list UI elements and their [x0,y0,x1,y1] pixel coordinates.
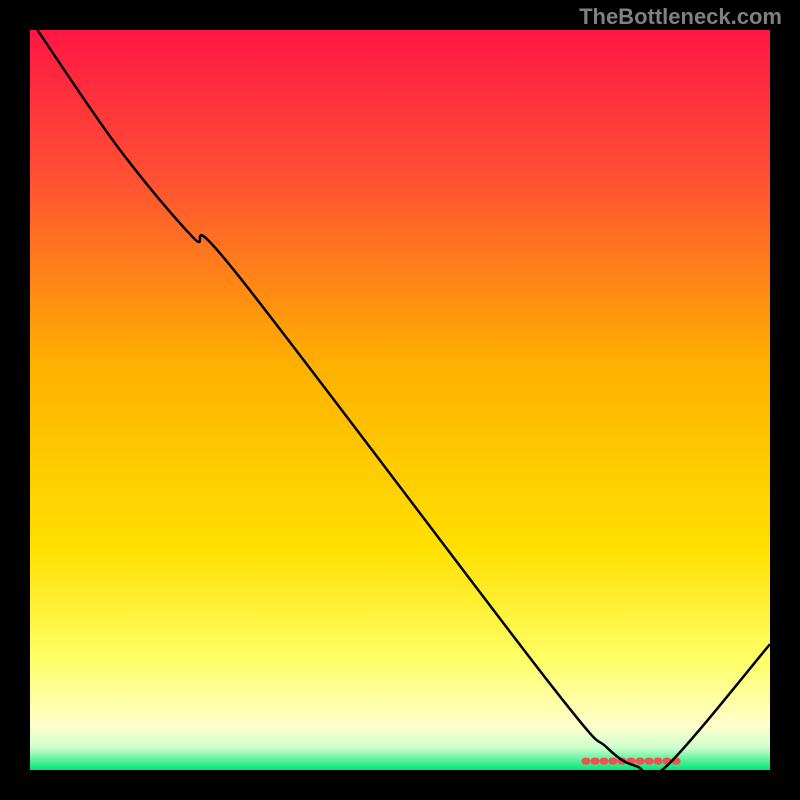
chart-container: TheBottleneck.com [0,0,800,800]
plot-area [30,30,770,770]
gradient-background [30,30,770,770]
watermark-text: TheBottleneck.com [579,4,782,30]
chart-svg [30,30,770,770]
